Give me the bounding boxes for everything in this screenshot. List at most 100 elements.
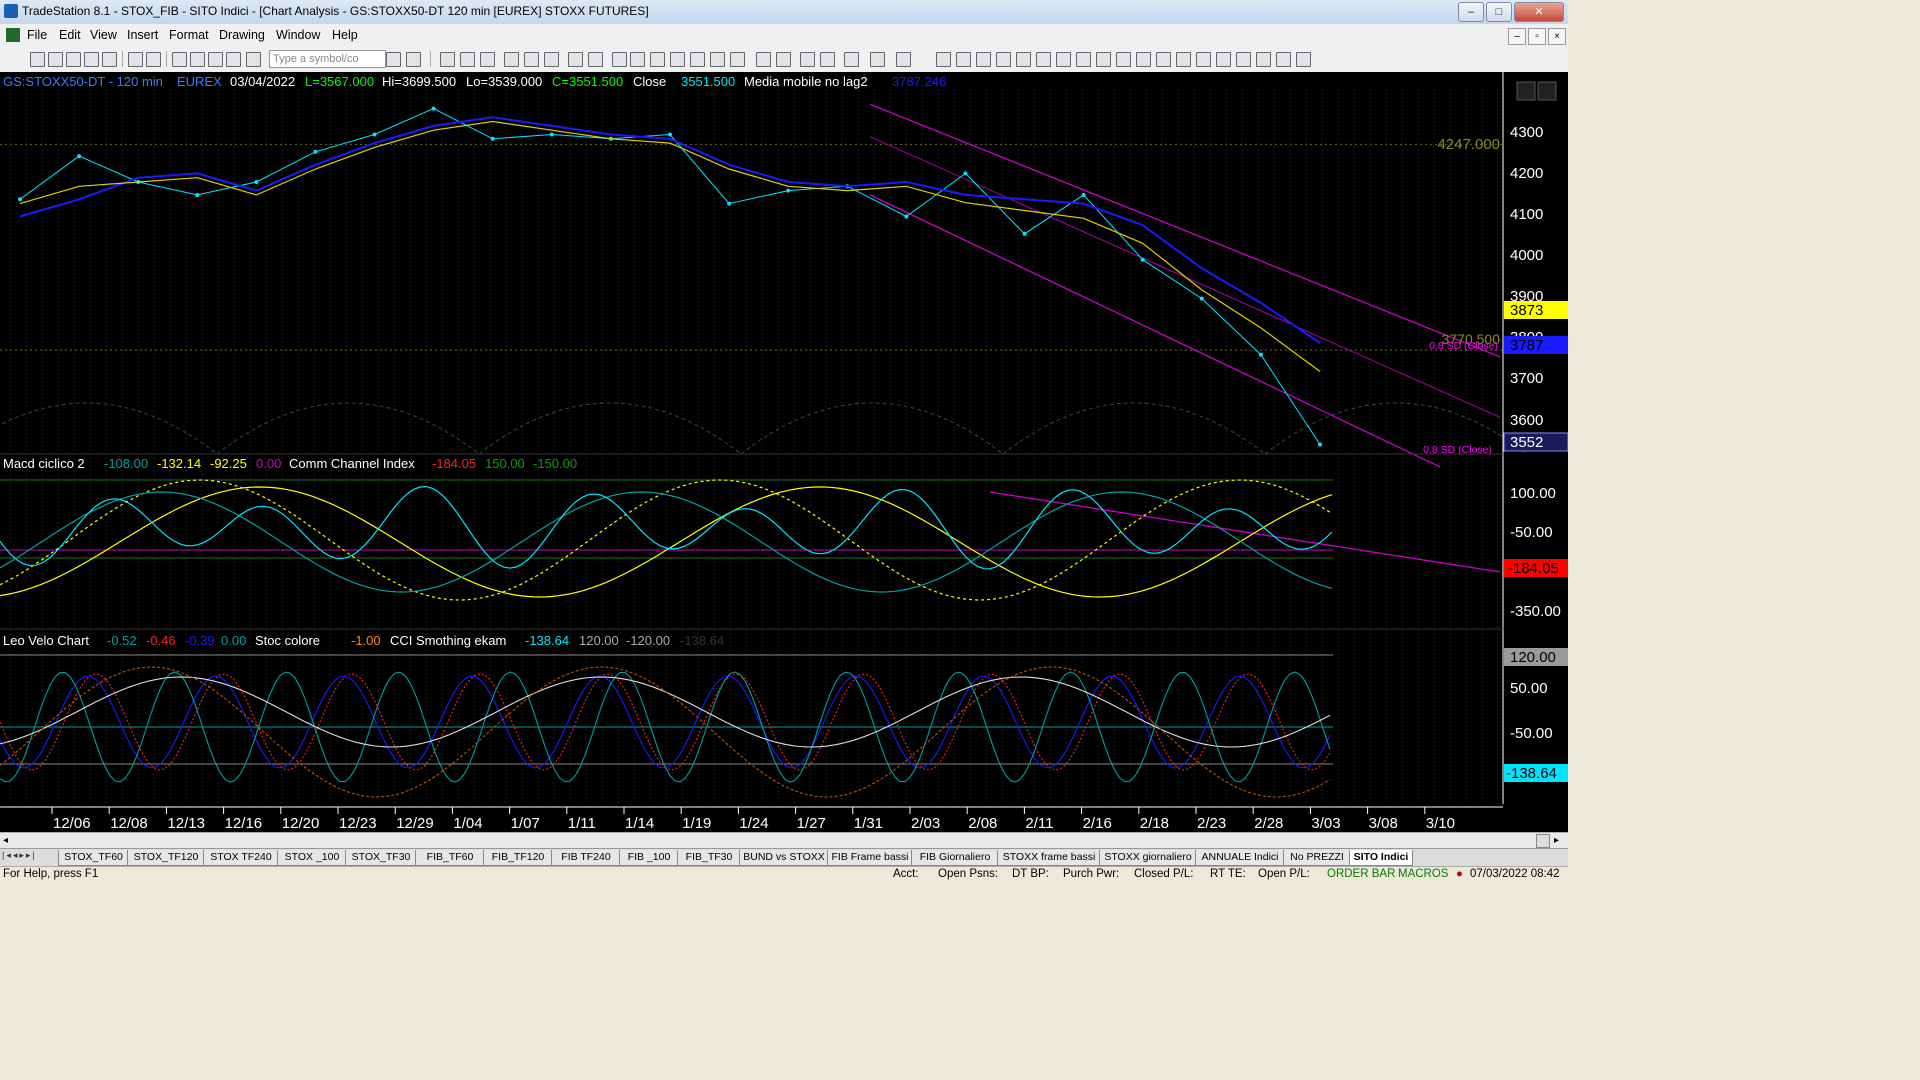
time-cycle-icon[interactable] [1076,52,1091,67]
pointer-icon[interactable] [800,52,815,67]
window2-icon[interactable] [190,52,205,67]
menu-file[interactable]: File [27,28,47,42]
order-icon[interactable] [870,52,885,67]
chart-icon[interactable] [504,52,519,67]
menu-insert[interactable]: Insert [127,28,158,42]
scroll-right-icon[interactable]: ▸ [1554,835,1559,846]
workspace-tab[interactable]: No PREZZI [1283,850,1351,866]
menu-format[interactable]: Format [169,28,209,42]
fib-icon[interactable] [996,52,1011,67]
rectangle-icon[interactable] [1276,52,1291,67]
horizontal-arrow-icon[interactable] [1116,52,1131,67]
workspace-tab[interactable]: FIB _100 [619,850,679,866]
panel-maximize-button[interactable] [1537,81,1557,101]
panel-minimize-button[interactable] [1516,81,1536,101]
workspace-tab[interactable]: BUND vs STOXX [739,850,829,866]
minimize-button[interactable]: – [1458,2,1484,22]
ohlc-icon[interactable] [690,52,705,67]
mdi-minimize-button[interactable]: – [1508,28,1526,45]
pencil-icon[interactable] [1176,52,1191,67]
radar-icon[interactable] [460,52,475,67]
macros-button[interactable]: MACROS [1398,868,1448,880]
crosshair-icon[interactable] [820,52,835,67]
workspace-tab[interactable]: FIB_TF30 [677,850,741,866]
workspace-tab[interactable]: STOXX giornaliero [1099,850,1197,866]
grid-icon[interactable] [226,52,241,67]
window-icon[interactable] [172,52,187,67]
red-arrow-down-icon[interactable] [1216,52,1231,67]
text-tool-icon[interactable] [1296,52,1311,67]
mdi-restore-button[interactable]: ▫ [1528,28,1546,45]
save-icon[interactable] [66,52,81,67]
andrews-icon[interactable] [1016,52,1031,67]
workspace-tab[interactable]: ANNUALE Indici [1195,850,1285,866]
matrix-icon[interactable] [480,52,495,67]
print-icon[interactable] [128,52,143,67]
close-button[interactable]: ✕ [1514,2,1564,22]
arrow-right-icon[interactable] [386,52,401,67]
gann-icon[interactable] [1056,52,1071,67]
workspace-tab[interactable]: FIB_TF60 [415,850,485,866]
new-icon[interactable] [30,52,45,67]
tradebar-icon[interactable] [544,52,559,67]
trendline-icon[interactable] [936,52,951,67]
horizontal-scrollbar[interactable]: ◂ ▸ [0,832,1568,849]
symbol-lookup-icon[interactable] [406,52,421,67]
barchart-icon[interactable] [670,52,685,67]
maximize-button[interactable]: □ [1486,2,1512,22]
workspace-tab[interactable]: FIB TF240 [551,850,621,866]
order-bar-button[interactable]: ORDER BAR [1327,868,1395,880]
workspace-tab[interactable]: STOX_TF30 [345,850,417,866]
workspace-icon[interactable] [84,52,99,67]
globe-icon[interactable] [246,52,261,67]
tab-nav-icons[interactable]: |◂◂▸▸| [2,850,37,861]
strategy-icon[interactable] [630,52,645,67]
arrow-down-icon[interactable] [1196,52,1211,67]
regression-icon[interactable] [1096,52,1111,67]
chart-area[interactable]: GS:STOXX50-DT - 120 min EUREX 03/04/2022… [0,72,1568,832]
workspace-tab[interactable]: FIB_TF120 [483,850,553,866]
parallel-icon[interactable] [1136,52,1151,67]
horizontal-line-icon[interactable] [976,52,991,67]
scanner-icon[interactable] [524,52,539,67]
folder-icon[interactable] [102,52,117,67]
open-icon[interactable] [48,52,63,67]
blue-arrow-up-icon[interactable] [1236,52,1251,67]
menu-window[interactable]: Window [276,28,320,42]
workspace-tab[interactable]: FIB Giornaliero [911,850,999,866]
scroll-left-icon[interactable]: ◂ [3,835,8,846]
vertical-lines-icon[interactable] [956,52,971,67]
scroll-thumb[interactable] [1536,834,1550,848]
workspace-tab[interactable]: FIB Frame bassi [827,850,913,866]
speed-lines-icon[interactable] [1036,52,1051,67]
disabled-icon[interactable] [896,52,911,67]
menu-view[interactable]: View [90,28,117,42]
lock-icon[interactable] [208,52,223,67]
chart-svg[interactable]: GS:STOXX50-DT - 120 min EUREX 03/04/2022… [0,72,1568,832]
bar-left-icon[interactable] [710,52,725,67]
workspace-tab[interactable]: STOXX frame bassi [997,850,1101,866]
bars-icon[interactable] [440,52,455,67]
menu-drawing[interactable]: Drawing [219,28,265,42]
candle-icon[interactable] [650,52,665,67]
mdi-close-button[interactable]: × [1548,28,1566,45]
workspace-tab[interactable]: STOX_TF120 [127,850,205,866]
workspace-tab[interactable]: STOX _100 [277,850,347,866]
hammer-icon[interactable] [844,52,859,67]
indicator-icon[interactable] [612,52,627,67]
bar-right-icon[interactable] [730,52,745,67]
print-preview-icon[interactable] [146,52,161,67]
menu-help[interactable]: Help [332,28,358,42]
zoom-in-icon[interactable] [756,52,771,67]
hotlist-icon[interactable] [568,52,583,67]
workspace-tab[interactable]: SITO Indici [1349,850,1413,866]
options-icon[interactable] [588,52,603,67]
menu-edit[interactable]: Edit [59,28,81,42]
zoom-out-icon[interactable] [776,52,791,67]
workspace-tab[interactable]: STOX TF240 [203,850,279,866]
arc-icon[interactable] [1156,52,1171,67]
workspace-tab[interactable]: STOX_TF60 [58,850,129,866]
ellipse-icon[interactable] [1256,52,1271,67]
symbol-input[interactable]: Type a symbol/co [269,50,386,68]
status-open-psns: Open Psns: [938,868,999,880]
